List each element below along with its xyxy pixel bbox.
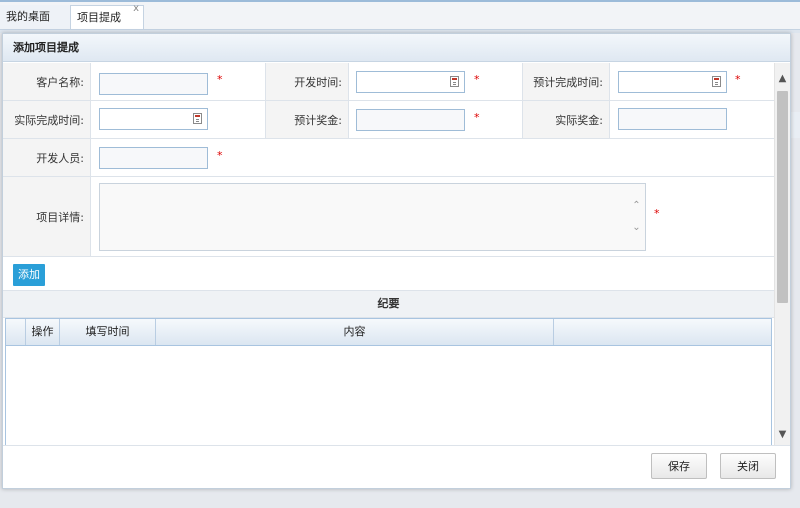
grid-header-cell <box>554 319 771 345</box>
tab-label: 我的桌面 <box>6 10 50 23</box>
customer-name-input[interactable] <box>99 73 208 95</box>
expected-finish-label: 预计完成时间: <box>522 63 610 100</box>
scroll-up-icon[interactable]: ▲ <box>775 71 790 87</box>
actual-finish-label: 实际完成时间: <box>3 101 91 138</box>
scroll-down-icon[interactable]: ▼ <box>775 427 790 443</box>
actual-bonus-label: 实际奖金: <box>522 101 610 138</box>
tab-bar: 我的桌面 项目提成 x <box>0 0 800 30</box>
form-row: 项目详情: ⌃ ⌄ * <box>3 177 774 257</box>
tab-my-desktop[interactable]: 我的桌面 <box>0 5 73 29</box>
form-row: 实际完成时间: 预计奖金: * 实际奖金: <box>3 101 774 139</box>
calendar-icon[interactable] <box>712 76 721 87</box>
add-project-commission-dialog: 添加项目提成 客户名称: * 开发时间: * 预计完成时间: * 实际完成时间:… <box>2 33 791 489</box>
required-mark: * <box>217 73 223 86</box>
required-mark: * <box>474 111 480 124</box>
calendar-icon[interactable] <box>450 76 459 87</box>
form-row: 开发人员: * <box>3 139 774 177</box>
grid-header: 操作 填写时间 内容 <box>6 319 771 346</box>
calendar-icon[interactable] <box>193 113 202 124</box>
dialog-footer: 保存 关闭 <box>3 445 790 488</box>
scrollbar-thumb[interactable] <box>777 91 788 303</box>
grid-header-content[interactable]: 内容 <box>156 319 554 345</box>
expected-bonus-label: 预计奖金: <box>265 101 349 138</box>
dialog-scrollbar[interactable]: ▲ ▼ <box>774 63 790 445</box>
actual-bonus-input[interactable] <box>618 108 727 130</box>
grid-header-operation[interactable]: 操作 <box>26 319 60 345</box>
required-mark: * <box>735 73 741 86</box>
details-label: 项目详情: <box>3 177 91 256</box>
customer-name-label: 客户名称: <box>3 63 91 100</box>
add-button[interactable]: 添加 <box>13 264 45 286</box>
dialog-title: 添加项目提成 <box>3 34 790 62</box>
form-row: 客户名称: * 开发时间: * 预计完成时间: * <box>3 63 774 101</box>
summary-grid: 操作 填写时间 内容 <box>5 318 772 445</box>
textarea-scroll-down-icon[interactable]: ⌄ <box>631 222 642 233</box>
expected-finish-input[interactable] <box>618 71 727 93</box>
dev-time-input[interactable] <box>356 71 465 93</box>
developer-label: 开发人员: <box>3 139 91 176</box>
close-button[interactable]: 关闭 <box>720 453 776 479</box>
tab-project-commission[interactable]: 项目提成 x <box>70 2 144 29</box>
required-mark: * <box>654 207 660 220</box>
save-button[interactable]: 保存 <box>651 453 707 479</box>
actual-finish-input[interactable] <box>99 108 208 130</box>
textarea-scroll-up-icon[interactable]: ⌃ <box>631 200 642 211</box>
details-textarea[interactable]: ⌃ ⌄ <box>99 183 646 251</box>
developer-input[interactable] <box>99 147 208 169</box>
grid-header-fill-time[interactable]: 填写时间 <box>60 319 156 345</box>
dev-time-label: 开发时间: <box>265 63 349 100</box>
required-mark: * <box>474 73 480 86</box>
summary-title: 纪要 <box>3 290 774 318</box>
close-icon[interactable]: x <box>133 2 139 16</box>
required-mark: * <box>217 149 223 162</box>
grid-header-cell <box>6 319 26 345</box>
expected-bonus-input[interactable] <box>356 109 465 131</box>
tab-label: 项目提成 <box>77 11 121 24</box>
form-scroll-area: 客户名称: * 开发时间: * 预计完成时间: * 实际完成时间: 预计奖金: … <box>3 63 790 445</box>
